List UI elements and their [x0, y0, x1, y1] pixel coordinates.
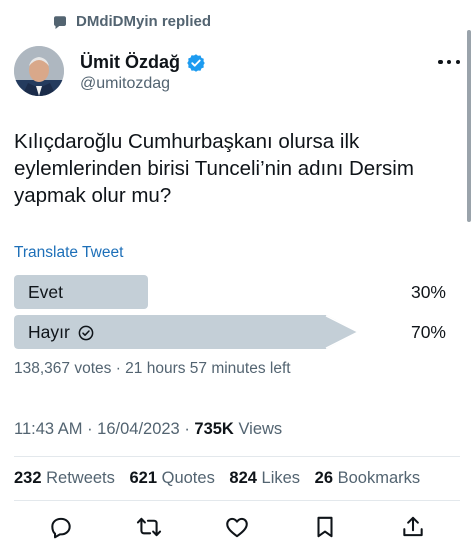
more-dot — [438, 59, 443, 65]
like-icon[interactable] — [224, 514, 250, 540]
reply-context-text: DMdiDMyin replied — [76, 13, 212, 30]
tweet-timestamp[interactable]: 11:43 AM · 16/04/2023 · 735K Views — [14, 420, 282, 439]
views-count: 735K — [194, 420, 234, 438]
author-handle[interactable]: @umitozdag — [80, 75, 170, 93]
time-date[interactable]: 11:43 AM · 16/04/2023 · — [14, 420, 194, 438]
likes-label: Likes — [256, 469, 301, 487]
verified-badge-icon — [187, 53, 205, 72]
divider — [14, 500, 460, 501]
more-options-icon[interactable] — [438, 57, 460, 67]
retweet-icon[interactable] — [136, 514, 162, 540]
author-name[interactable]: Ümit Özdağ — [80, 52, 180, 73]
likes-stat[interactable]: 824 Likes — [229, 469, 300, 487]
poll-option-label: Hayır — [28, 322, 70, 342]
quotes-label: Quotes — [157, 469, 215, 487]
poll-percent-evet: 30% — [410, 282, 446, 302]
bookmarks-label: Bookmarks — [333, 469, 421, 487]
views-label: Views — [233, 420, 283, 438]
avatar[interactable] — [14, 46, 64, 96]
chat-bubble-icon — [54, 16, 66, 29]
retweets-count: 232 — [14, 469, 42, 487]
translate-tweet-link[interactable]: Translate Tweet — [14, 244, 123, 262]
poll-option-hayir: Hayır — [28, 322, 94, 343]
bookmarks-stat[interactable]: 26 Bookmarks — [315, 469, 420, 487]
more-dot — [455, 59, 460, 65]
poll-meta: 138,367 votes · 21 hours 57 minutes left — [14, 360, 291, 377]
retweets-label: Retweets — [41, 469, 115, 487]
quotes-count: 621 — [129, 469, 158, 487]
more-dot — [446, 59, 452, 65]
bookmark-icon[interactable] — [312, 514, 338, 540]
scrollbar[interactable] — [467, 30, 471, 222]
checkmark-circle-icon — [78, 325, 94, 340]
reply-icon[interactable] — [48, 514, 74, 540]
action-bar — [40, 514, 432, 542]
share-icon[interactable] — [400, 514, 426, 540]
divider — [14, 456, 460, 457]
poll-option-label: Evet — [28, 282, 64, 302]
poll-percent-hayir: 70% — [410, 322, 446, 342]
author-name-row[interactable]: Ümit Özdağ — [80, 52, 206, 73]
bookmarks-count: 26 — [314, 469, 334, 487]
avatar-image — [14, 46, 64, 96]
retweets-stat[interactable]: 232 Retweets — [14, 469, 115, 487]
tweet-text: Kılıçdaroğlu Cumhurbaşkanı olursa ilk ey… — [14, 130, 414, 207]
quotes-stat[interactable]: 621 Quotes — [130, 469, 215, 487]
reply-context[interactable]: DMdiDMyin replied — [0, 12, 474, 34]
likes-count: 824 — [229, 469, 257, 487]
tweet-stats: 232 Retweets 621 Quotes 824 Likes 26 Boo… — [14, 469, 420, 488]
poll-option-evet: Evet — [28, 282, 63, 303]
